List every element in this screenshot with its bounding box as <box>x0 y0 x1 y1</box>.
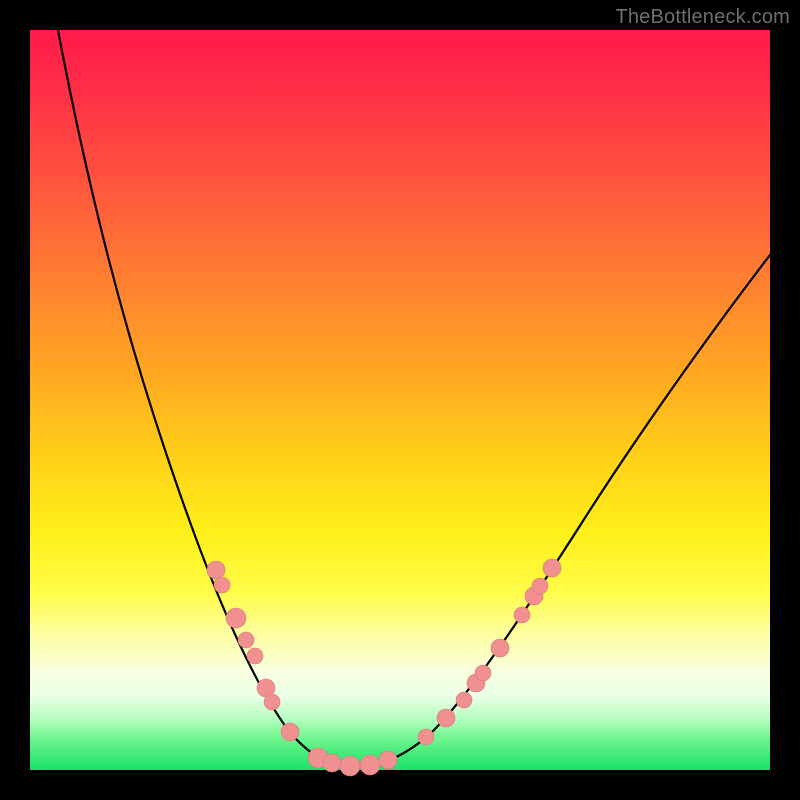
data-dot <box>514 607 530 623</box>
data-dot <box>281 723 299 741</box>
data-dot <box>543 559 561 577</box>
bottleneck-curve <box>56 20 770 766</box>
data-dot <box>264 694 280 710</box>
data-dots <box>207 559 561 776</box>
plot-area <box>30 30 770 770</box>
data-dot <box>437 709 455 727</box>
data-dot <box>532 578 548 594</box>
curve-svg <box>30 30 770 770</box>
data-dot <box>323 754 341 772</box>
data-dot <box>456 692 472 708</box>
data-dot <box>247 648 263 664</box>
data-dot <box>214 577 230 593</box>
data-dot <box>360 755 380 775</box>
chart-frame: TheBottleneck.com <box>0 0 800 800</box>
data-dot <box>418 729 434 745</box>
data-dot <box>238 632 254 648</box>
watermark-text: TheBottleneck.com <box>615 6 790 29</box>
data-dot <box>491 639 509 657</box>
data-dot <box>340 756 360 776</box>
data-dot <box>207 561 225 579</box>
data-dot <box>475 665 491 681</box>
data-dot <box>379 751 397 769</box>
data-dot <box>226 608 246 628</box>
